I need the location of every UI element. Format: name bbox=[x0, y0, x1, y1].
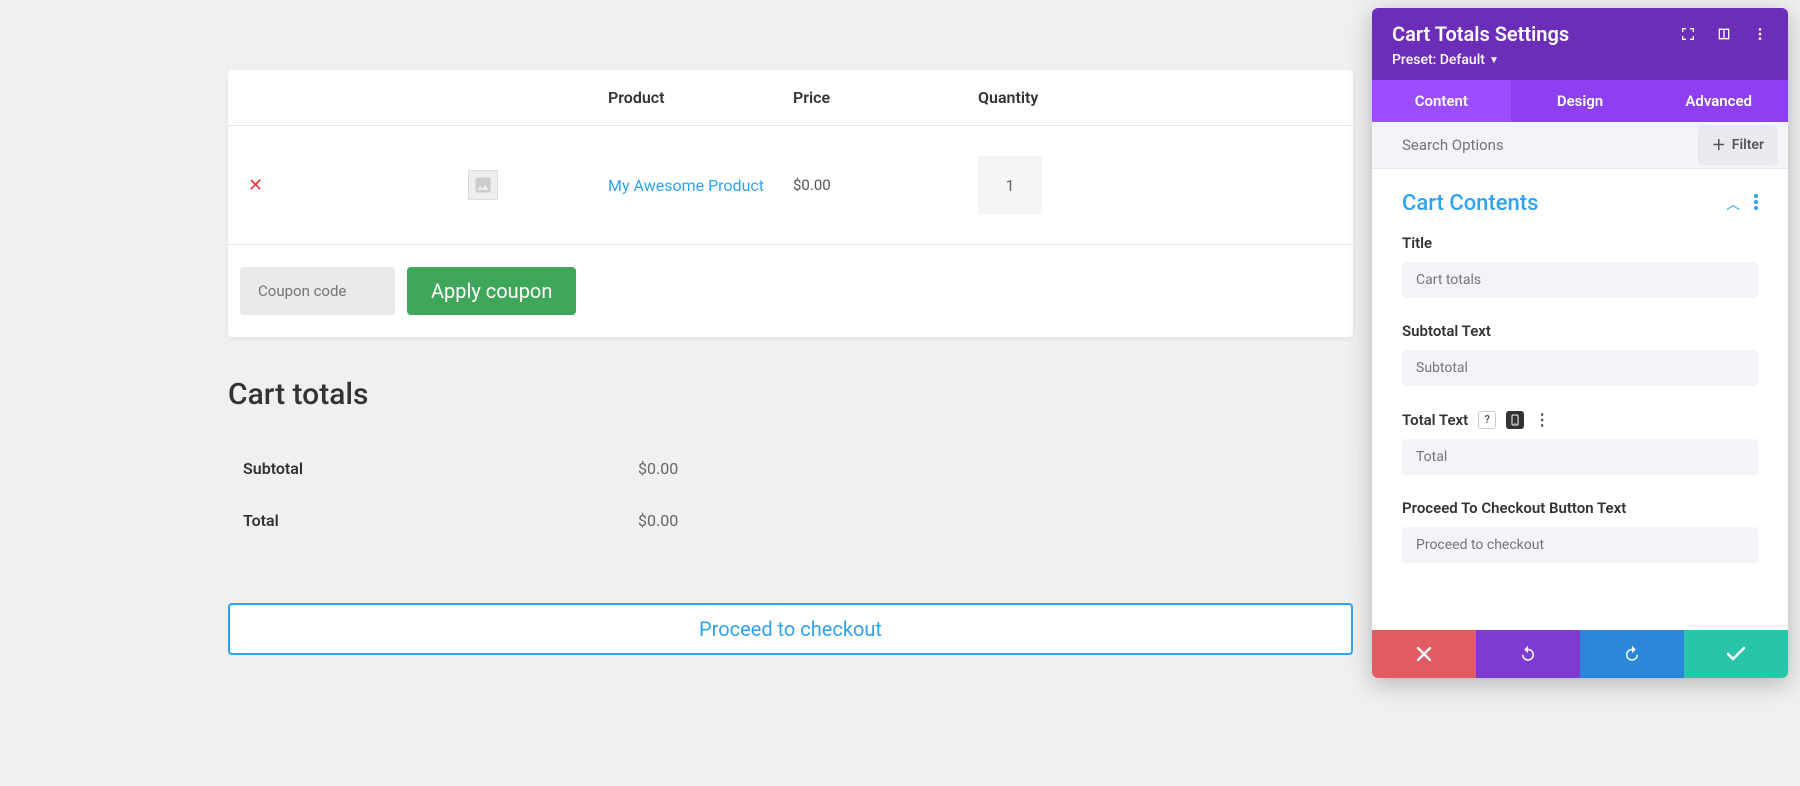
close-icon bbox=[1417, 647, 1431, 661]
tab-content[interactable]: Content bbox=[1372, 80, 1511, 122]
cart-page: Product Price Quantity ✕ My Awesome Prod… bbox=[228, 70, 1353, 655]
field-title: Title bbox=[1372, 234, 1788, 298]
more-icon[interactable] bbox=[1752, 26, 1768, 42]
save-button[interactable] bbox=[1684, 630, 1788, 678]
coupon-input[interactable] bbox=[240, 267, 395, 315]
section-cart-contents-header[interactable]: Cart Contents ︿ bbox=[1372, 169, 1788, 234]
coupon-row: Apply coupon bbox=[228, 245, 1353, 337]
product-thumbnail bbox=[468, 170, 498, 200]
field-label-subtotal: Subtotal Text bbox=[1402, 322, 1758, 340]
cart-header-row: Product Price Quantity bbox=[228, 70, 1353, 126]
proceed-to-checkout-button[interactable]: Proceed to checkout bbox=[228, 603, 1353, 655]
section-title: Cart Contents bbox=[1402, 191, 1538, 216]
redo-button[interactable] bbox=[1580, 630, 1684, 678]
check-icon bbox=[1727, 647, 1745, 661]
field-label-checkout: Proceed To Checkout Button Text bbox=[1402, 499, 1758, 517]
subtotal-row: Subtotal $0.00 bbox=[229, 443, 1352, 495]
total-value: $0.00 bbox=[638, 511, 678, 530]
title-input[interactable] bbox=[1402, 262, 1758, 298]
total-input[interactable] bbox=[1402, 439, 1758, 475]
panel-body: Cart Contents ︿ Title Subtotal Text Tota… bbox=[1372, 169, 1788, 630]
subtotal-input[interactable] bbox=[1402, 350, 1758, 386]
field-label-total: Total Text ? ⋮ bbox=[1402, 410, 1758, 429]
cancel-button[interactable] bbox=[1372, 630, 1476, 678]
plus-icon: ＋ bbox=[1712, 135, 1726, 155]
col-header-product: Product bbox=[608, 88, 793, 107]
checkout-input[interactable] bbox=[1402, 527, 1758, 563]
total-label: Total bbox=[243, 511, 638, 530]
field-checkout: Proceed To Checkout Button Text bbox=[1372, 499, 1788, 563]
columns-icon[interactable] bbox=[1716, 26, 1732, 42]
field-label-title: Title bbox=[1402, 234, 1758, 252]
section-more-icon[interactable] bbox=[1754, 194, 1758, 214]
field-total: Total Text ? ⋮ bbox=[1372, 410, 1788, 475]
quantity-input[interactable] bbox=[978, 156, 1042, 214]
apply-coupon-button[interactable]: Apply coupon bbox=[407, 267, 576, 315]
col-header-price: Price bbox=[793, 88, 978, 107]
tab-design[interactable]: Design bbox=[1511, 80, 1650, 122]
expand-icon[interactable] bbox=[1680, 26, 1696, 42]
panel-footer bbox=[1372, 630, 1788, 678]
help-icon[interactable]: ? bbox=[1478, 411, 1496, 429]
subtotal-label: Subtotal bbox=[243, 459, 638, 478]
undo-button[interactable] bbox=[1476, 630, 1580, 678]
col-header-qty: Quantity bbox=[978, 88, 1178, 107]
undo-icon bbox=[1519, 645, 1537, 663]
subtotal-value: $0.00 bbox=[638, 459, 678, 478]
product-link[interactable]: My Awesome Product bbox=[608, 176, 764, 195]
field-more-icon[interactable]: ⋮ bbox=[1534, 410, 1550, 429]
total-row: Total $0.00 bbox=[229, 495, 1352, 546]
tab-advanced[interactable]: Advanced bbox=[1649, 80, 1788, 122]
cart-table: Product Price Quantity ✕ My Awesome Prod… bbox=[228, 70, 1353, 337]
panel-header: Cart Totals Settings Preset: Default▼ bbox=[1372, 8, 1788, 80]
panel-title: Cart Totals Settings bbox=[1392, 22, 1569, 46]
search-filter-bar: ＋ Filter bbox=[1372, 122, 1788, 169]
cart-totals-heading: Cart totals bbox=[228, 377, 1353, 412]
filter-button[interactable]: ＋ Filter bbox=[1698, 125, 1778, 165]
item-price: $0.00 bbox=[793, 176, 978, 194]
redo-icon bbox=[1623, 645, 1641, 663]
responsive-icon[interactable] bbox=[1506, 411, 1524, 429]
cart-item-row: ✕ My Awesome Product $0.00 bbox=[228, 126, 1353, 245]
panel-tabs: Content Design Advanced bbox=[1372, 80, 1788, 122]
chevron-up-icon[interactable]: ︿ bbox=[1726, 194, 1740, 214]
remove-item-button[interactable]: ✕ bbox=[248, 175, 263, 196]
totals-table: Subtotal $0.00 Total $0.00 bbox=[228, 442, 1353, 547]
settings-panel: Cart Totals Settings Preset: Default▼ Co… bbox=[1372, 8, 1788, 678]
field-subtotal: Subtotal Text bbox=[1372, 322, 1788, 386]
search-input[interactable] bbox=[1372, 122, 1698, 168]
preset-selector[interactable]: Preset: Default▼ bbox=[1392, 52, 1768, 68]
